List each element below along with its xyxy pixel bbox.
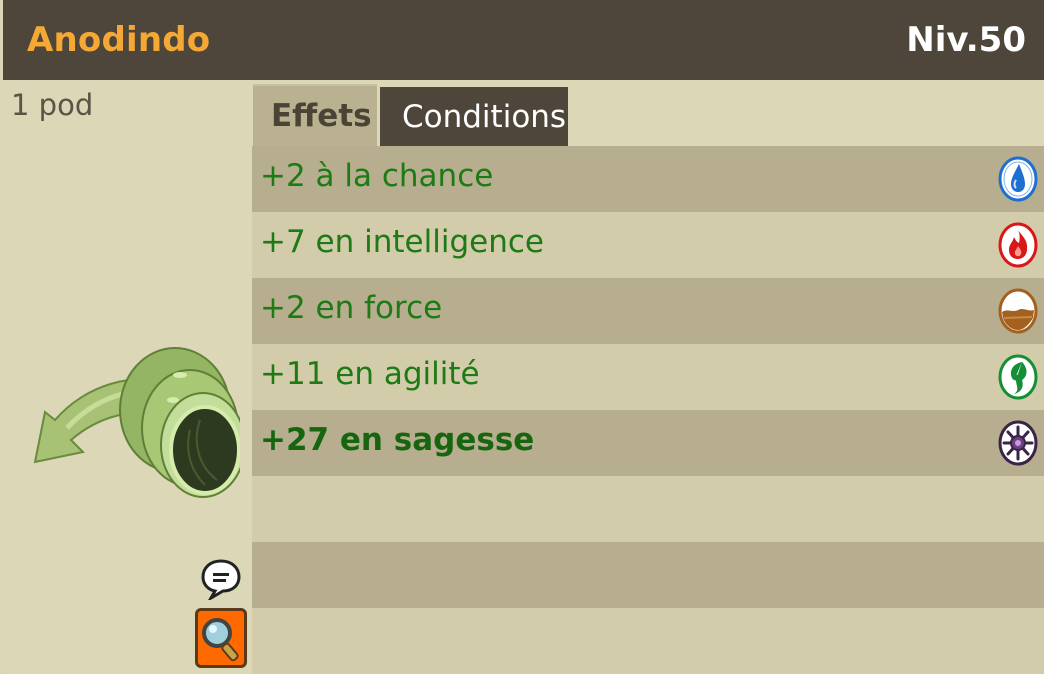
item-header: Anodindo Niv.50 xyxy=(3,0,1044,80)
item-weight: 1 pod xyxy=(11,88,94,122)
effect-row: +7 en intelligence xyxy=(252,212,1044,278)
air-icon xyxy=(998,354,1038,400)
earth-icon xyxy=(998,288,1038,334)
effect-text: +2 à la chance xyxy=(260,158,494,194)
effects-list: +2 à la chance +7 en intelligence +2 en … xyxy=(252,146,1044,674)
tab-conditions[interactable]: Conditions xyxy=(380,87,568,146)
item-info-column: 1 pod xyxy=(3,80,252,674)
effect-text: +27 en sagesse xyxy=(260,422,535,458)
empty-row xyxy=(252,608,1044,674)
empty-row xyxy=(252,542,1044,608)
wisdom-icon xyxy=(998,420,1038,466)
effect-row: +27 en sagesse xyxy=(252,410,1044,476)
fire-icon xyxy=(998,222,1038,268)
effect-row: +2 en force xyxy=(252,278,1044,344)
effect-row: +2 à la chance xyxy=(252,146,1044,212)
magnifier-icon xyxy=(202,618,239,662)
item-image xyxy=(33,347,240,498)
item-name: Anodindo xyxy=(27,20,211,60)
item-level: Niv.50 xyxy=(906,20,1026,60)
effect-text: +2 en force xyxy=(260,290,443,326)
tab-bar: Effets Conditions xyxy=(252,80,1044,146)
effect-text: +7 en intelligence xyxy=(260,224,544,260)
effect-text: +11 en agilité xyxy=(260,356,480,392)
tab-effets[interactable]: Effets xyxy=(253,84,377,146)
effect-row: +11 en agilité xyxy=(252,344,1044,410)
item-tooltip-panel: Anodindo Niv.50 1 pod Effets Conditions … xyxy=(0,0,1044,674)
water-drop-icon xyxy=(998,156,1038,202)
speech-bubble-icon[interactable] xyxy=(201,558,241,600)
inspect-button[interactable] xyxy=(195,608,247,668)
empty-row xyxy=(252,476,1044,542)
